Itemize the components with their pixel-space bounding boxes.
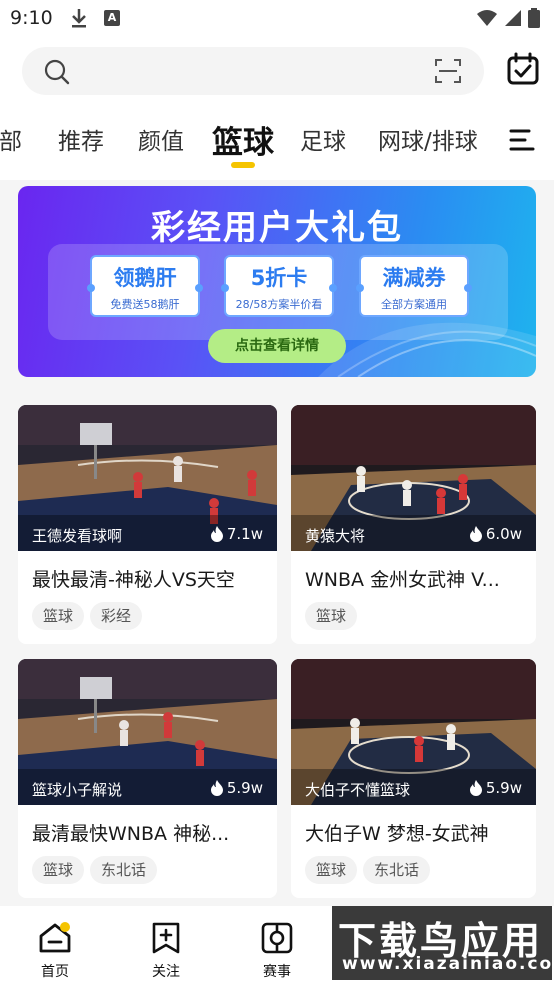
view-count: 5.9w — [210, 779, 263, 797]
view-count-value: 6.0w — [485, 525, 522, 543]
tab-recommend[interactable]: 推荐 — [58, 122, 104, 156]
video-thumbnail: 大伯子不懂篮球 5.9w — [291, 659, 536, 805]
tag-list: 篮球 东北话 — [32, 856, 158, 884]
wifi-icon — [477, 10, 497, 26]
video-author: 大伯子不懂篮球 — [305, 781, 411, 799]
category-tabs: 全部 推荐 颜值 篮球 足球 网球/排球 — [0, 104, 554, 180]
watermark-logo: 下载鸟应用 www.xiazainiao.com — [332, 906, 554, 980]
tag[interactable]: 篮球 — [305, 856, 358, 884]
search-input[interactable] — [22, 47, 484, 95]
promo-banner[interactable]: 彩经用户大礼包 领鹅肝 免费送58鹅肝 5折卡 28/58方案半价看 满减券 全… — [18, 186, 536, 377]
match-icon — [261, 922, 293, 954]
video-thumbnail: 王德发看球啊 7.1w — [18, 405, 277, 551]
status-time: 9:10 — [10, 7, 53, 29]
coupon-subtitle: 免费送58鹅肝 — [110, 298, 180, 311]
watermark-url: www.xiazainiao.com — [342, 954, 554, 974]
nav-matches[interactable]: 赛事 — [247, 922, 307, 981]
search-icon — [44, 59, 70, 85]
video-author: 王德发看球啊 — [32, 527, 123, 545]
tag[interactable]: 东北话 — [90, 856, 158, 884]
menu-icon[interactable] — [509, 128, 535, 152]
view-count: 7.1w — [210, 525, 263, 543]
coupon-subtitle: 全部方案通用 — [381, 298, 447, 311]
flame-icon — [210, 526, 223, 542]
home-icon — [39, 922, 71, 953]
tag[interactable]: 东北话 — [363, 856, 431, 884]
nav-home[interactable]: 首页 — [25, 922, 85, 981]
tag[interactable]: 篮球 — [305, 602, 358, 630]
video-thumbnail: 篮球小子解说 5.9w — [18, 659, 277, 805]
flame-icon — [210, 780, 223, 796]
view-count-value: 5.9w — [226, 779, 263, 797]
active-tab-indicator — [231, 162, 255, 168]
tag-list: 篮球 彩经 — [32, 602, 143, 630]
banner-details-button[interactable]: 点击查看详情 — [208, 329, 346, 363]
view-count-value: 5.9w — [485, 779, 522, 797]
calendar-check-icon[interactable] — [506, 52, 540, 86]
flame-icon — [469, 780, 482, 796]
status-indicators — [476, 8, 540, 28]
video-author: 黄猿大将 — [305, 527, 366, 545]
tag[interactable]: 彩经 — [90, 602, 143, 630]
search-row — [0, 38, 554, 104]
coupon-title: 满减券 — [382, 266, 446, 290]
video-card[interactable]: 黄猿大将 6.0w WNBA 金州女武神 V... 篮球 — [291, 405, 536, 644]
coupon-subtitle: 28/58方案半价看 — [235, 298, 323, 311]
font-app-icon: A — [104, 10, 120, 26]
tab-basketball[interactable]: 篮球 — [212, 117, 274, 162]
tab-tennis-volleyball[interactable]: 网球/排球 — [378, 122, 478, 156]
scan-icon[interactable] — [434, 58, 462, 84]
tag[interactable]: 篮球 — [32, 602, 85, 630]
banner-title: 彩经用户大礼包 — [151, 208, 403, 248]
nav-label: 首页 — [41, 964, 69, 980]
video-title: WNBA 金州女武神 V... — [305, 569, 500, 591]
tab-looks[interactable]: 颜值 — [138, 122, 184, 156]
video-title: 最清最快WNBA 神秘... — [32, 823, 230, 845]
nav-label: 关注 — [152, 964, 180, 980]
battery-icon — [528, 8, 540, 28]
coupon-goose-liver[interactable]: 领鹅肝 免费送58鹅肝 — [87, 255, 203, 317]
tag-list: 篮球 — [305, 602, 358, 630]
coupon-title: 5折卡 — [250, 266, 308, 290]
view-count: 6.0w — [469, 525, 522, 543]
view-count-value: 7.1w — [226, 525, 263, 543]
video-card[interactable]: 篮球小子解说 5.9w 最清最快WNBA 神秘... 篮球 东北话 — [18, 659, 277, 898]
video-card[interactable]: 大伯子不懂篮球 5.9w 大伯子W 梦想-女武神 篮球 东北话 — [291, 659, 536, 898]
video-card[interactable]: 王德发看球啊 7.1w 最快最清-神秘人VS天空 篮球 彩经 — [18, 405, 277, 644]
video-thumbnail: 黄猿大将 6.0w — [291, 405, 536, 551]
tag-list: 篮球 东北话 — [305, 856, 431, 884]
tab-football[interactable]: 足球 — [300, 122, 346, 156]
view-count: 5.9w — [469, 779, 522, 797]
video-author: 篮球小子解说 — [32, 781, 123, 799]
video-title: 大伯子W 梦想-女武神 — [305, 823, 489, 845]
coupon-discount[interactable]: 满减券 全部方案通用 — [356, 255, 472, 317]
tag[interactable]: 篮球 — [32, 856, 85, 884]
signal-icon — [505, 10, 521, 26]
video-title: 最快最清-神秘人VS天空 — [32, 569, 235, 591]
follow-icon — [152, 922, 180, 954]
coupon-half-price[interactable]: 5折卡 28/58方案半价看 — [221, 255, 337, 317]
coupon-title: 领鹅肝 — [113, 266, 177, 290]
status-bar: 9:10 A — [0, 0, 554, 38]
download-icon — [70, 8, 88, 32]
nav-label: 赛事 — [263, 964, 291, 980]
flame-icon — [469, 526, 482, 542]
nav-follow[interactable]: 关注 — [136, 922, 196, 981]
tab-all[interactable]: 全部 — [0, 122, 22, 156]
